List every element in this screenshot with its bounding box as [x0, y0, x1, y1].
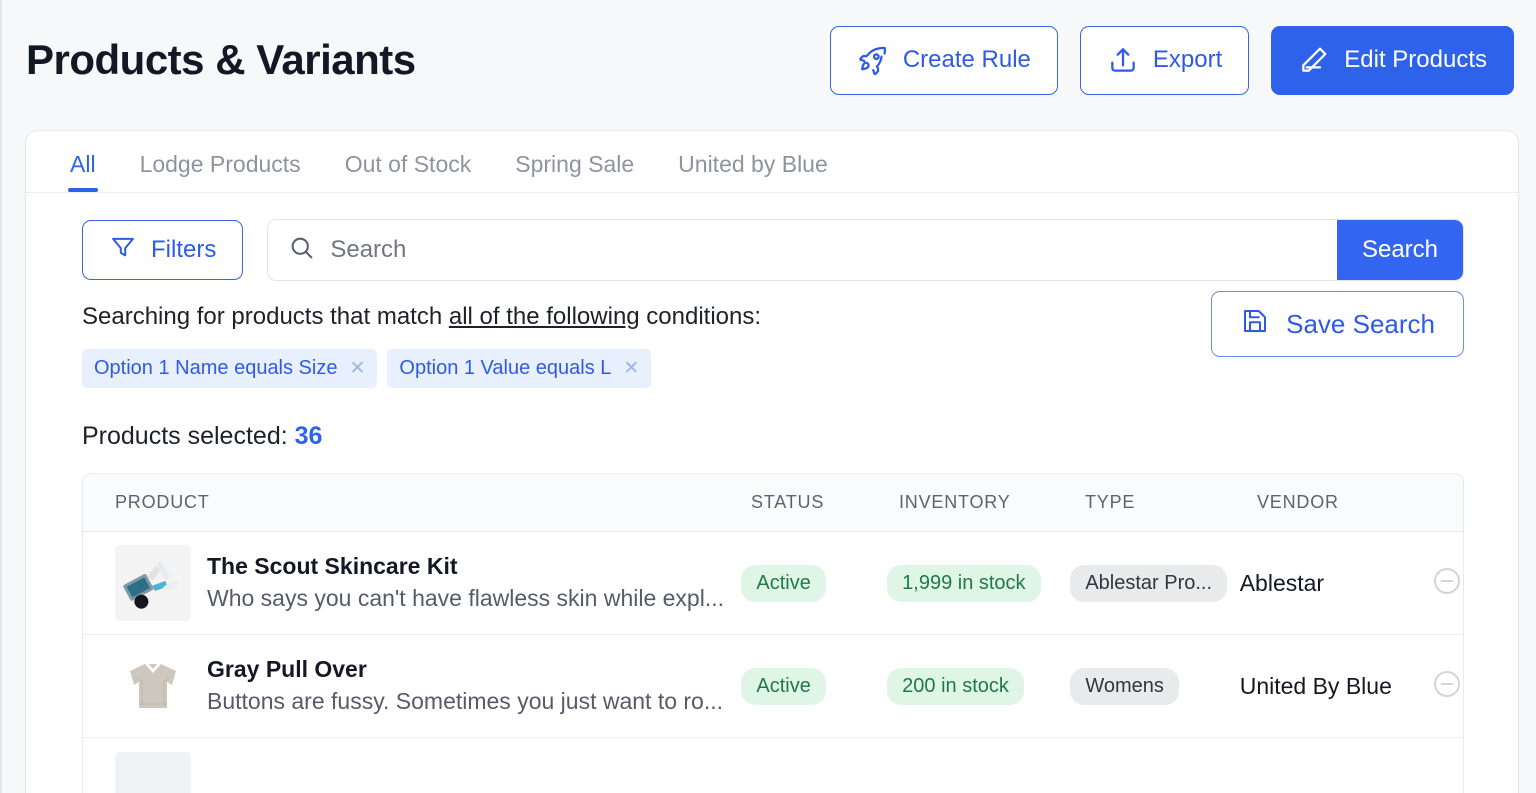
status-cell: Active: [741, 667, 887, 705]
row-action-cell: [1417, 565, 1463, 602]
inventory-badge: 200 in stock: [887, 667, 1024, 705]
rocket-icon: [857, 44, 889, 76]
search-field[interactable]: [268, 220, 1337, 280]
selection-label: Products selected:: [82, 422, 295, 450]
type-badge: Ablestar Pro...: [1070, 564, 1228, 602]
close-icon[interactable]: ✕: [349, 359, 365, 378]
condition-chip-label: Option 1 Value equals L: [399, 357, 612, 379]
floppy-disk-icon: [1240, 306, 1270, 343]
products-table: PRODUCT STATUS INVENTORY TYPE VENDOR The…: [82, 473, 1464, 793]
type-cell: Womens: [1070, 667, 1239, 705]
tab-lodge-products[interactable]: Lodge Products: [118, 151, 323, 192]
table-header-row: PRODUCT STATUS INVENTORY TYPE VENDOR: [83, 474, 1463, 532]
tab-spring-sale[interactable]: Spring Sale: [493, 151, 656, 192]
search-icon: [288, 234, 316, 267]
type-cell: Ablestar Pro...: [1070, 564, 1239, 602]
condition-chip[interactable]: Option 1 Name equals Size ✕: [82, 349, 378, 388]
match-type-link[interactable]: all of the following: [449, 303, 640, 330]
column-header-type: TYPE: [1085, 492, 1136, 512]
type-badge: Womens: [1070, 667, 1179, 705]
remove-circle-icon[interactable]: [1431, 668, 1463, 705]
table-row[interactable]: The Scout Skincare Kit Who says you can'…: [83, 532, 1463, 635]
page-title: Products & Variants: [26, 36, 416, 83]
product-title: Gray Pull Over: [207, 655, 367, 682]
status-badge: Active: [741, 564, 826, 602]
tab-united-by-blue[interactable]: United by Blue: [656, 151, 850, 192]
close-icon[interactable]: ✕: [623, 359, 639, 378]
product-text: The Scout Skincare Kit Who says you can'…: [207, 552, 724, 615]
vendor-cell: United By Blue: [1240, 673, 1417, 700]
conditions-block: Searching for products that match all of…: [26, 281, 1518, 388]
search-input[interactable]: [330, 236, 1337, 264]
page-header: Products & Variants Create Rule Export E…: [2, 0, 1536, 120]
edit-products-label: Edit Products: [1344, 46, 1487, 73]
skincare-kit-thumbnail: [115, 545, 191, 621]
gray-pullover-thumbnail: [115, 648, 191, 724]
product-cell: Gray Pull Over Buttons are fussy. Someti…: [83, 648, 741, 724]
conditions-prefix: Searching for products that match: [82, 303, 449, 330]
filters-button[interactable]: Filters: [82, 220, 244, 280]
create-rule-label: Create Rule: [902, 46, 1031, 73]
conditions-suffix: conditions:: [639, 303, 762, 330]
condition-chip[interactable]: Option 1 Value equals L ✕: [387, 349, 652, 388]
selection-summary: Products selected: 36: [26, 388, 1518, 451]
row-action-cell: [1417, 668, 1463, 705]
vendor-label: United By Blue: [1239, 672, 1392, 699]
product-title: The Scout Skincare Kit: [207, 552, 458, 579]
product-thumbnail: [115, 751, 191, 793]
column-header-inventory: INVENTORY: [899, 492, 1011, 512]
tab-all[interactable]: All: [48, 151, 118, 192]
remove-circle-icon[interactable]: [1431, 565, 1463, 602]
upload-icon: [1107, 44, 1139, 76]
inventory-badge: 1,999 in stock: [887, 564, 1041, 602]
vendor-label: Ablestar: [1239, 569, 1325, 596]
tab-out-of-stock[interactable]: Out of Stock: [323, 151, 494, 192]
column-header-vendor: VENDOR: [1257, 492, 1339, 512]
column-header-status: STATUS: [751, 492, 825, 512]
status-badge: Active: [741, 667, 826, 705]
edit-products-button[interactable]: Edit Products: [1271, 25, 1514, 95]
inventory-cell: 1,999 in stock: [887, 564, 1070, 602]
funnel-icon: [109, 233, 137, 268]
table-row[interactable]: Gray Pull Over Buttons are fussy. Someti…: [83, 635, 1463, 738]
product-cell: The Scout Skincare Kit Who says you can'…: [83, 545, 741, 621]
product-cell: [83, 751, 751, 793]
save-search-label: Save Search: [1286, 308, 1435, 339]
vendor-cell: Ablestar: [1240, 570, 1417, 597]
status-cell: Active: [741, 564, 887, 602]
selection-count: 36: [294, 422, 323, 450]
create-rule-button[interactable]: Create Rule: [829, 25, 1058, 95]
tab-bar: All Lodge Products Out of Stock Spring S…: [26, 131, 1518, 193]
search-bar: Search: [267, 219, 1464, 281]
export-button[interactable]: Export: [1079, 25, 1250, 95]
app-viewport: Products & Variants Create Rule Export E…: [0, 0, 1536, 793]
product-description: Who says you can't have flawless skin wh…: [207, 585, 725, 612]
search-submit-button[interactable]: Search: [1337, 220, 1463, 280]
save-search-button[interactable]: Save Search: [1211, 291, 1464, 357]
filters-label: Filters: [151, 236, 217, 263]
column-header-product: PRODUCT: [115, 492, 210, 512]
product-description: Buttons are fussy. Sometimes you just wa…: [207, 688, 724, 715]
inventory-cell: 200 in stock: [887, 667, 1070, 705]
products-card: All Lodge Products Out of Stock Spring S…: [26, 131, 1518, 793]
table-row[interactable]: [83, 738, 1463, 793]
condition-chip-label: Option 1 Name equals Size: [94, 357, 338, 379]
export-label: Export: [1152, 46, 1223, 73]
product-text: Gray Pull Over Buttons are fussy. Someti…: [207, 655, 723, 718]
header-actions: Create Rule Export Edit Products: [829, 25, 1514, 95]
filter-toolbar: Filters Search: [26, 193, 1518, 281]
pencil-icon: [1298, 44, 1330, 76]
